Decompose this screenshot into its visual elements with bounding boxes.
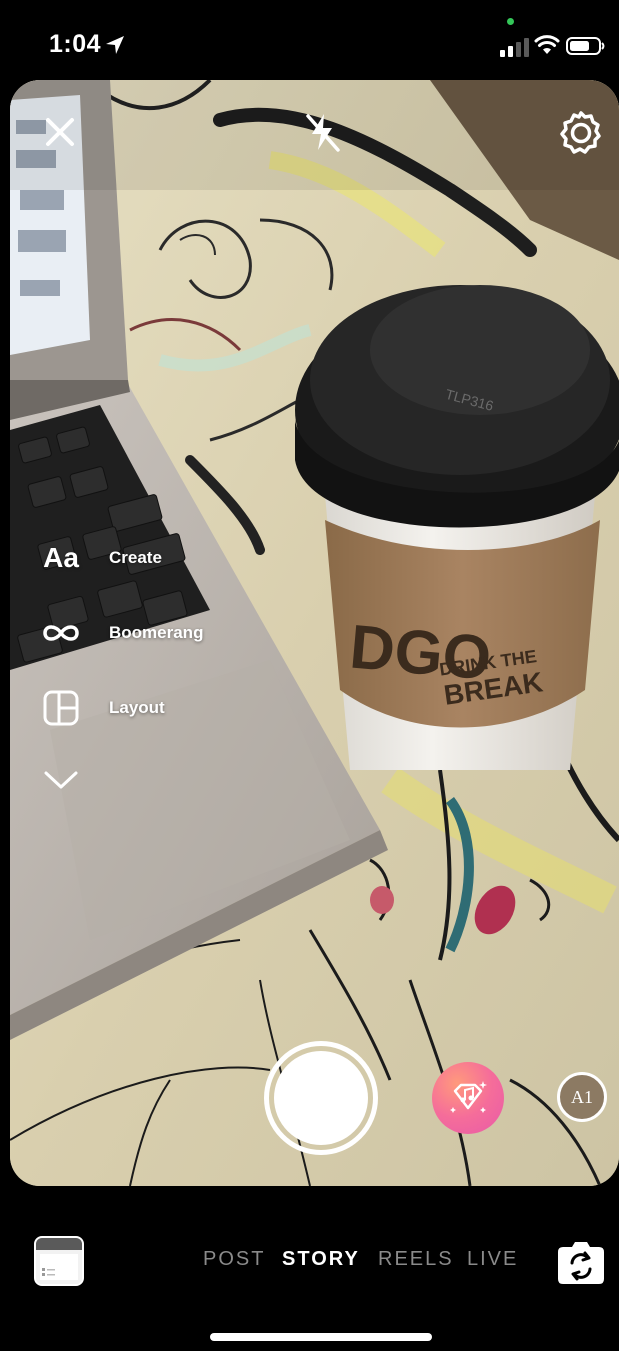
signal-icon	[500, 38, 529, 57]
layout-mode-button[interactable]: Layout	[36, 686, 165, 730]
boomerang-label: Boomerang	[109, 623, 204, 642]
more-tools-button[interactable]	[36, 758, 86, 802]
layout-icon	[36, 686, 86, 730]
aa-text-icon: Aa	[43, 542, 79, 573]
mode-tabs: POST STORY REELS LIVE	[0, 1248, 619, 1276]
tab-story[interactable]: STORY	[282, 1248, 360, 1271]
wifi-icon	[534, 35, 560, 54]
tab-post[interactable]: POST	[203, 1248, 265, 1271]
boomerang-mode-button[interactable]: Boomerang	[36, 611, 203, 655]
music-effect-button[interactable]	[432, 1062, 504, 1134]
flip-camera-icon[interactable]	[557, 1239, 605, 1285]
camera-screen: 1:04 DGO DRINK THE BREAK TLP316 Aa Creat…	[0, 0, 619, 1351]
shutter-inner	[274, 1051, 368, 1145]
chevron-down-icon	[36, 758, 86, 802]
create-label: Create	[109, 548, 162, 567]
flash-off-icon[interactable]	[300, 110, 344, 154]
location-arrow-icon	[106, 36, 124, 54]
shutter-button[interactable]	[264, 1041, 378, 1155]
battery-icon	[566, 37, 605, 55]
camera-viewfinder[interactable]: DGO DRINK THE BREAK TLP316 Aa Create Boo…	[10, 80, 619, 1186]
privacy-indicator-dot	[507, 18, 514, 25]
status-time: 1:04	[49, 30, 102, 58]
music-note-sparkle-icon	[450, 1081, 487, 1113]
status-bar: 1:04	[0, 0, 619, 80]
tab-live[interactable]: LIVE	[467, 1248, 518, 1271]
create-mode-button[interactable]: Aa Create	[36, 536, 162, 580]
ai-effect-label: A1	[571, 1086, 593, 1107]
close-icon[interactable]	[40, 112, 80, 152]
layout-label: Layout	[109, 698, 165, 717]
settings-gear-icon[interactable]	[558, 110, 604, 156]
tab-reels[interactable]: REELS	[378, 1248, 454, 1271]
home-indicator[interactable]	[210, 1333, 432, 1341]
ai-effect-button[interactable]: A1	[557, 1072, 607, 1122]
infinity-icon	[36, 611, 86, 655]
